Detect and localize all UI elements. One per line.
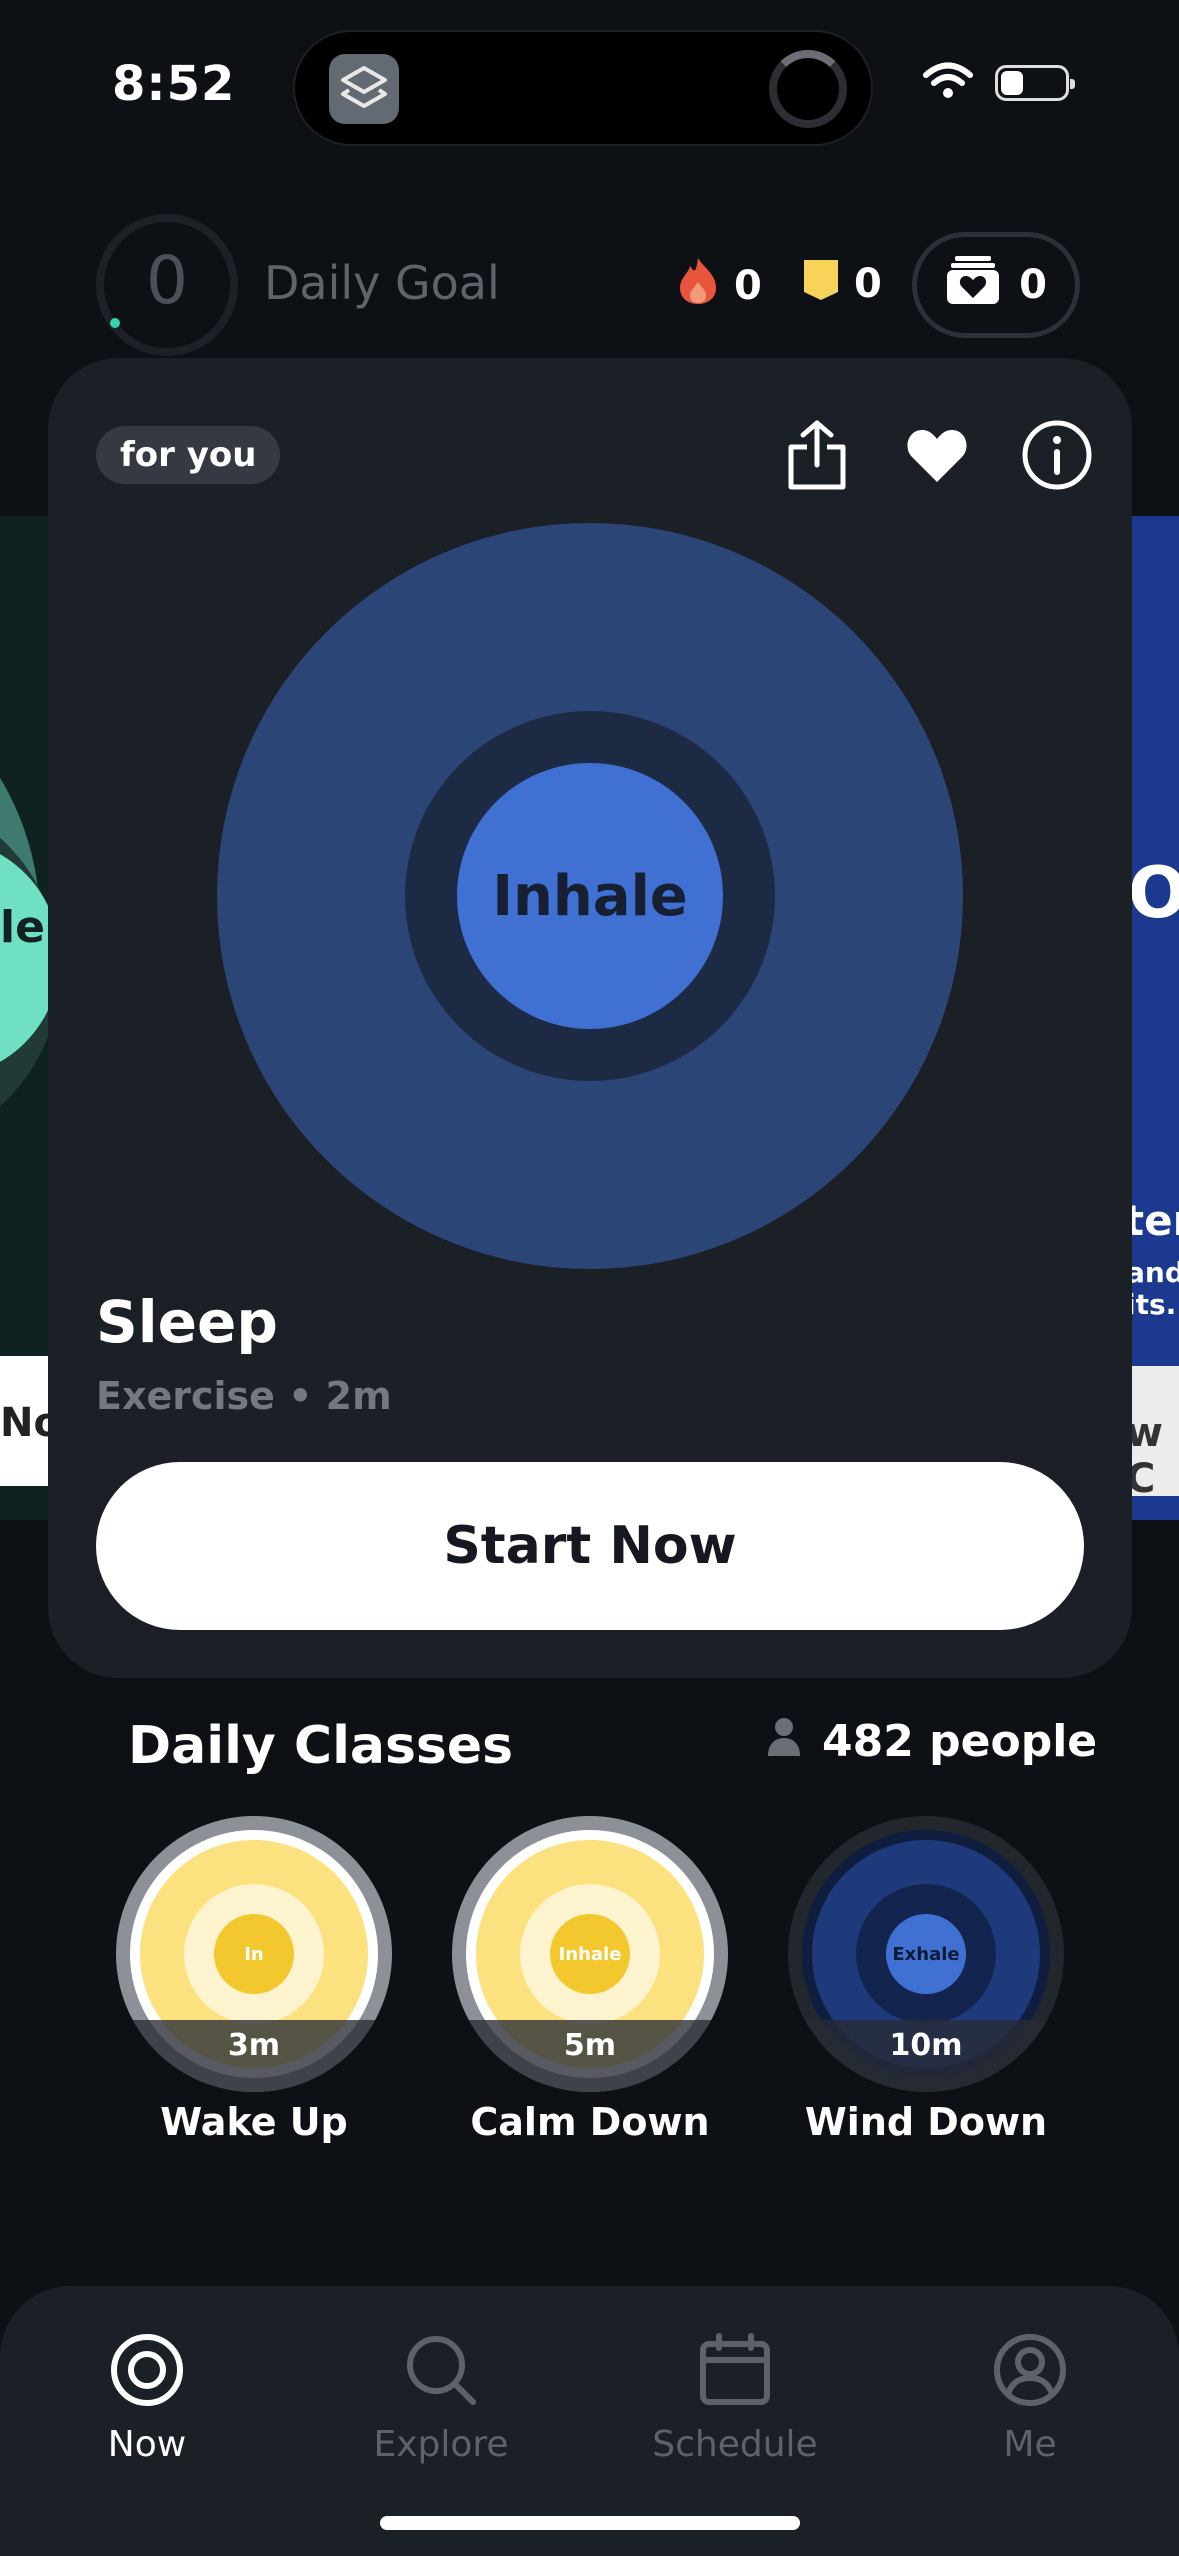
streak-counter[interactable]: 0 <box>676 256 762 316</box>
previous-card-label: le <box>0 902 45 953</box>
app-layers-icon <box>329 54 399 124</box>
daily-goal-count: 0 <box>146 242 188 319</box>
class-name: Wind Down <box>804 2100 1048 2144</box>
breath-phase-label: Inhale <box>457 763 723 1029</box>
exercise-subtitle: Exercise • 2m <box>96 1374 392 1418</box>
wifi-icon <box>923 62 973 104</box>
class-duration: 3m <box>227 2028 281 2063</box>
info-icon[interactable] <box>1018 416 1096 494</box>
activity-spinner-icon <box>769 50 847 128</box>
search-icon <box>401 2330 481 2410</box>
next-card-title: ter <box>1124 1196 1179 1245</box>
tab-schedule[interactable]: Schedule <box>625 2330 845 2465</box>
calendar-icon <box>695 2330 775 2410</box>
daily-goal-label[interactable]: Daily Goal <box>264 256 500 310</box>
featured-exercise-card[interactable]: for you Inhale Sleep Exercise • 2m Start… <box>48 358 1132 1678</box>
share-icon[interactable] <box>778 416 856 494</box>
target-icon <box>107 2330 187 2410</box>
class-calm-down[interactable]: Inhale 5m Calm Down <box>452 1816 728 2144</box>
battery-icon <box>995 65 1075 101</box>
status-indicators <box>923 62 1075 104</box>
saved-button[interactable]: 0 <box>912 232 1080 338</box>
tab-me[interactable]: Me <box>920 2330 1140 2465</box>
heart-box-icon <box>945 254 1001 316</box>
tab-explore[interactable]: Explore <box>331 2330 551 2465</box>
next-card-subtitle-2: its. <box>1126 1288 1177 1321</box>
tab-schedule-label: Schedule <box>652 2424 818 2465</box>
people-count-label: 482 people <box>822 1716 1098 1767</box>
next-card-subtitle: and <box>1126 1256 1179 1289</box>
badge-count: 0 <box>854 261 882 307</box>
class-name: Wake Up <box>160 2100 348 2144</box>
badge-counter[interactable]: 0 <box>802 256 882 312</box>
for-you-tag: for you <box>96 426 281 484</box>
start-now-button[interactable]: Start Now <box>96 1462 1084 1630</box>
class-wind-down[interactable]: Exhale 10m Wind Down <box>788 1816 1064 2144</box>
class-duration: 10m <box>889 2028 963 2063</box>
daily-classes-title: Daily Classes <box>128 1716 514 1776</box>
people-count: 482 people <box>766 1716 1097 1767</box>
class-phase-label: In <box>214 1914 294 1994</box>
next-card-button-label: w C <box>1126 1410 1163 1502</box>
badge-icon <box>802 256 840 312</box>
tab-explore-label: Explore <box>373 2424 509 2465</box>
class-name: Calm Down <box>470 2100 710 2144</box>
class-phase-label: Exhale <box>886 1914 966 1994</box>
tab-now[interactable]: Now <box>37 2330 257 2465</box>
person-icon <box>766 1716 802 1767</box>
class-duration: 5m <box>563 2028 617 2063</box>
saved-count: 0 <box>1019 262 1047 308</box>
breathing-visual: Inhale <box>217 523 963 1269</box>
tab-now-label: Now <box>107 2424 187 2465</box>
status-time: 8:52 <box>112 56 236 112</box>
exercise-title: Sleep <box>96 1288 278 1356</box>
favorite-heart-icon[interactable] <box>898 416 976 494</box>
dynamic-island <box>293 30 873 146</box>
class-wake-up[interactable]: In 3m Wake Up <box>116 1816 392 2144</box>
goal-progress-dot <box>110 318 120 328</box>
profile-icon <box>990 2330 1070 2410</box>
home-indicator[interactable] <box>380 2516 800 2530</box>
streak-count: 0 <box>734 263 762 309</box>
tab-me-label: Me <box>1003 2424 1057 2465</box>
next-card-letter: O <box>1128 852 1179 934</box>
flame-icon <box>676 256 720 316</box>
class-phase-label: Inhale <box>550 1914 630 1994</box>
